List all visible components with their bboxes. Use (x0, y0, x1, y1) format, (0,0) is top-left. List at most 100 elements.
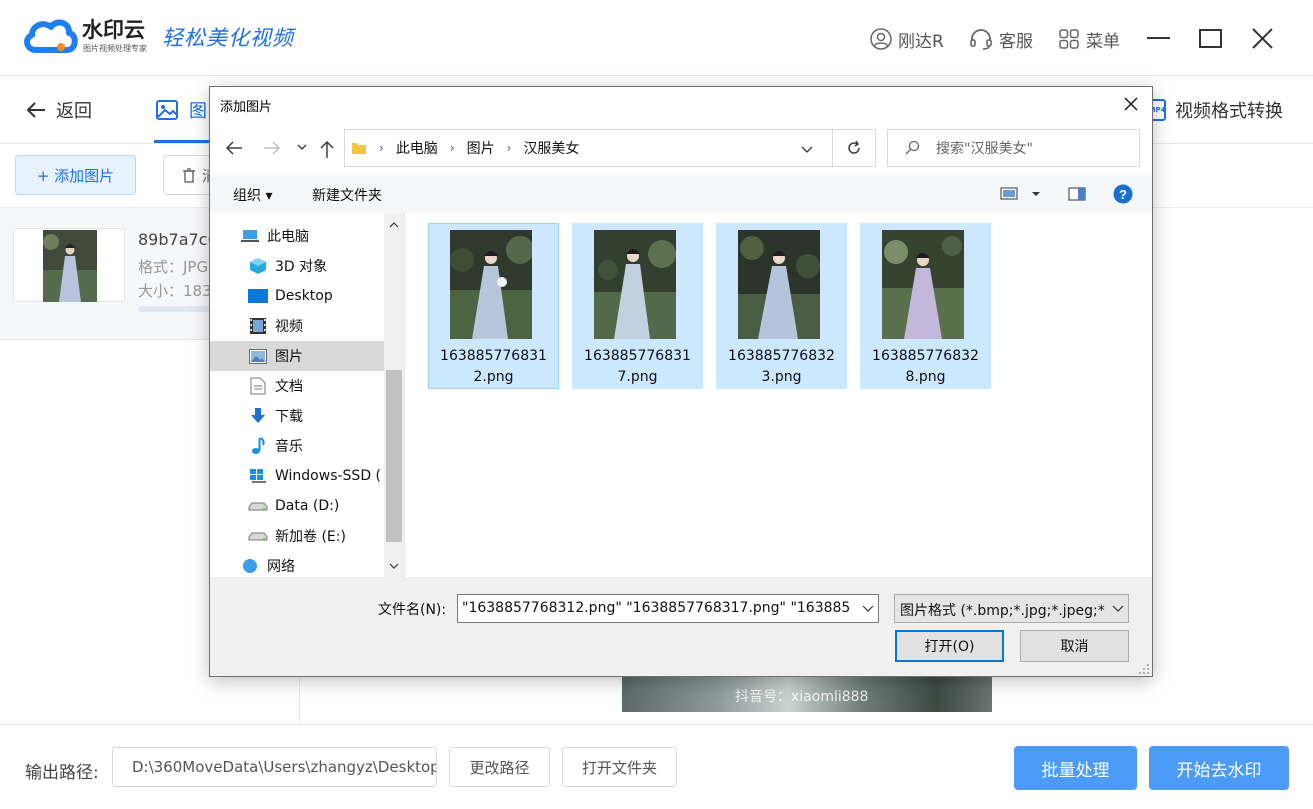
start-remove-watermark-button[interactable]: 开始去水印 (1149, 746, 1289, 790)
up-arrow-icon[interactable] (318, 139, 336, 159)
customer-service-label: 客服 (999, 31, 1033, 52)
windows-drive-icon (250, 469, 266, 483)
cancel-button[interactable]: 取消 (1020, 630, 1129, 662)
add-image-dialog: 添加图片 › 此电脑 › 图片 › 汉服美女 搜索"汉服美女" 组织 ▾ 新建文… (209, 86, 1153, 677)
nav-item-network[interactable]: 网络 (210, 551, 384, 577)
nav-item-data-d[interactable]: Data (D:) (210, 491, 384, 521)
output-path-field[interactable]: D:\360MoveData\Users\zhangyz\Desktop (112, 747, 437, 787)
breadcrumb-pictures[interactable]: 图片 (467, 138, 495, 158)
file-type-filter-select[interactable]: 图片格式 (*.bmp;*.jpg;*.jpeg;* (894, 594, 1129, 623)
nav-item-documents[interactable]: 文档 (210, 371, 384, 401)
drive-icon (248, 502, 268, 511)
maximize-icon[interactable] (1196, 24, 1226, 54)
breadcrumb-separator: › (506, 141, 512, 155)
desktop-icon (248, 289, 268, 303)
nav-item-volume-e[interactable]: 新加卷 (E:) (210, 521, 384, 551)
video-format-convert-tab[interactable]: MP4 视频格式转换 (1148, 96, 1283, 124)
grid-menu-icon (1059, 29, 1079, 49)
network-icon (243, 559, 257, 573)
organize-menu[interactable]: 组织 ▾ (233, 185, 272, 205)
file-name-dropdown-icon[interactable] (862, 605, 874, 613)
preview-pane-icon[interactable] (1068, 186, 1086, 202)
nav-item-3d-objects[interactable]: 3D 对象 (210, 251, 384, 281)
nav-label: 此电脑 (267, 229, 309, 245)
search-icon (905, 140, 920, 155)
pictures-folder-icon (249, 348, 267, 364)
file-tile[interactable]: 1638857768328.png (860, 223, 991, 389)
menu-button[interactable]: 菜单 (1058, 24, 1120, 54)
scroll-down-icon[interactable] (389, 562, 399, 570)
nav-scrollbar-thumb[interactable] (386, 370, 402, 542)
file-tile-name: 1638857768328.png (872, 348, 979, 385)
file-format: 格式：JPG (138, 258, 209, 276)
nav-item-videos[interactable]: 视频 (210, 311, 384, 341)
pc-icon (241, 230, 259, 242)
file-name-input[interactable]: "1638857768312.png" "1638857768317.png" … (457, 594, 879, 623)
address-divider (832, 130, 833, 166)
search-input[interactable]: 搜索"汉服美女" (887, 129, 1140, 167)
back-arrow-icon[interactable] (224, 139, 244, 157)
dialog-title: 添加图片 (220, 100, 273, 115)
forward-arrow-icon[interactable] (262, 139, 282, 157)
file-progress-bar (138, 306, 218, 312)
close-app-icon[interactable] (1248, 24, 1278, 54)
user-icon (870, 28, 892, 50)
breadcrumb-hanfu[interactable]: 汉服美女 (523, 138, 579, 158)
nav-item-music[interactable]: 音乐 (210, 431, 384, 461)
tab-image-label: 图 (189, 101, 207, 122)
nav-item-downloads[interactable]: 下载 (210, 401, 384, 431)
hanfu-photo-thumbnail (450, 230, 532, 339)
breadcrumb-separator: › (449, 141, 455, 155)
address-dropdown-icon[interactable] (800, 145, 814, 155)
search-placeholder: 搜索"汉服美女" (936, 141, 1033, 157)
nav-label: Windows-SSD ( (275, 468, 382, 484)
new-folder-button[interactable]: 新建文件夹 (312, 185, 382, 205)
tab-image[interactable]: 图 (156, 96, 207, 124)
nav-item-desktop[interactable]: Desktop (210, 281, 384, 311)
nav-label: Data (D:) (275, 498, 340, 514)
dialog-close-icon[interactable] (1122, 95, 1140, 113)
file-tile[interactable]: 1638857768312.png (428, 223, 559, 389)
app-header: 水印云 图片视频处理专家 轻松美化视频 刚达R 客服 菜单 (0, 0, 1313, 76)
nav-label: 视频 (275, 319, 303, 335)
music-icon (252, 437, 265, 454)
hanfu-photo-thumbnail (594, 230, 676, 339)
open-folder-button[interactable]: 打开文件夹 (562, 747, 677, 787)
dialog-bottom-bar (210, 577, 1152, 676)
file-type-dropdown-icon[interactable] (1112, 605, 1124, 613)
nav-item-windows-ssd[interactable]: Windows-SSD ( (210, 461, 384, 491)
hanfu-photo-thumbnail (43, 230, 97, 302)
view-dropdown-icon[interactable] (1031, 191, 1041, 197)
user-account[interactable]: 刚达R (870, 24, 944, 54)
change-path-button[interactable]: 更改路径 (449, 747, 550, 787)
help-icon[interactable]: ? (1113, 184, 1133, 204)
breadcrumb-this-pc[interactable]: 此电脑 (396, 138, 438, 158)
file-tile[interactable]: 1638857768317.png (572, 223, 703, 389)
headset-icon (970, 29, 992, 50)
scroll-up-icon[interactable] (389, 221, 399, 229)
address-bar[interactable]: › 此电脑 › 图片 › 汉服美女 (344, 129, 876, 167)
view-options-icon[interactable] (1000, 186, 1018, 202)
trash-icon (183, 167, 195, 183)
image-icon (156, 100, 178, 120)
nav-item-this-pc[interactable]: 此电脑 (210, 221, 384, 251)
resize-grip-icon[interactable] (1138, 663, 1150, 675)
back-button[interactable]: 返回 (26, 96, 92, 124)
3d-objects-icon (250, 258, 266, 274)
add-image-button[interactable]: + 添加图片 (15, 155, 136, 195)
minimize-icon[interactable] (1144, 24, 1174, 54)
batch-process-button[interactable]: 批量处理 (1014, 746, 1137, 790)
output-path-label: 输出路径: (25, 763, 99, 783)
file-tile[interactable]: 1638857768323.png (716, 223, 847, 389)
file-tile-name: 1638857768323.png (728, 348, 835, 385)
nav-label: 图片 (275, 349, 303, 365)
file-tile-name: 1638857768312.png (440, 348, 547, 385)
brand-subtitle: 图片视频处理专家 (83, 44, 147, 53)
customer-service-button[interactable]: 客服 (969, 24, 1033, 54)
refresh-icon[interactable] (846, 140, 862, 156)
open-button[interactable]: 打开(O) (895, 630, 1004, 662)
file-size: 大小：183 (138, 282, 212, 300)
recent-locations-chevron-icon[interactable] (296, 143, 308, 153)
nav-item-pictures[interactable]: 图片 (210, 341, 384, 371)
video-folder-icon (250, 318, 266, 334)
